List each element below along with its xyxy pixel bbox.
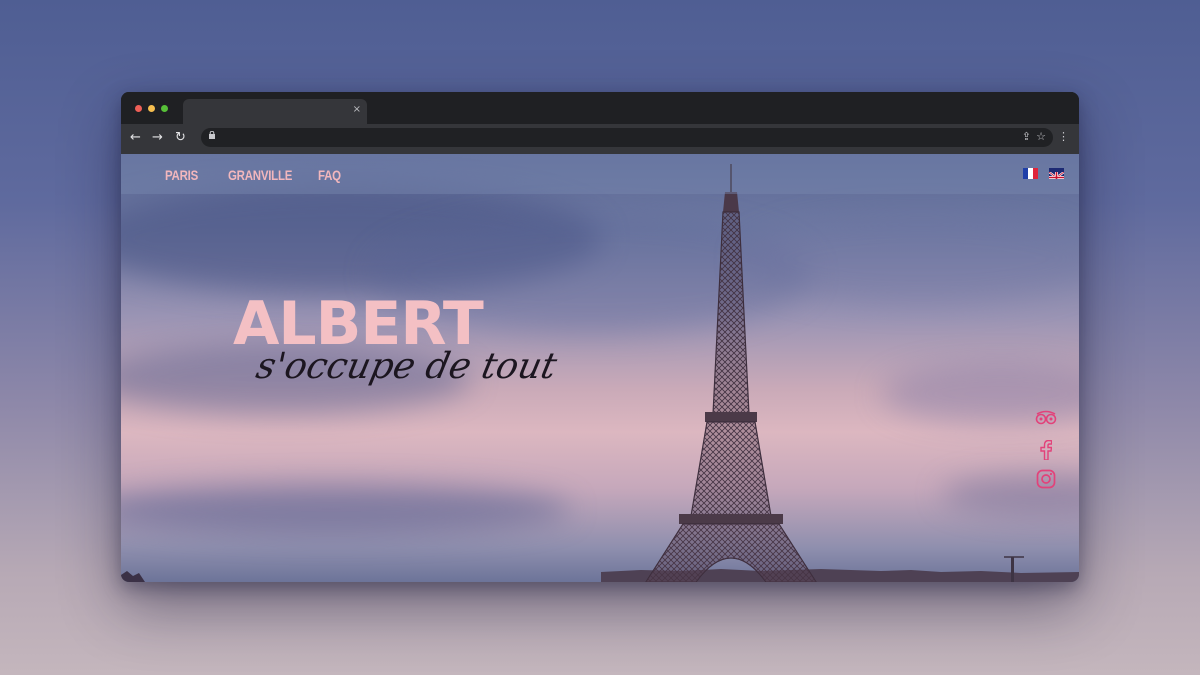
back-button[interactable]: ← bbox=[130, 130, 141, 146]
site-navbar: PARIS GRANVILLE FAQ bbox=[121, 154, 1079, 194]
nav-link-granville[interactable]: GRANVILLE bbox=[228, 167, 292, 183]
cloud-shape bbox=[121, 484, 571, 534]
lock-icon bbox=[209, 130, 215, 141]
facebook-icon[interactable] bbox=[1035, 439, 1057, 462]
close-window-button[interactable] bbox=[135, 105, 142, 112]
tripadvisor-icon[interactable] bbox=[1035, 410, 1057, 432]
browser-toolbar: ← → ↻ ⇪ ☆ ⋮ bbox=[121, 124, 1079, 154]
cloud-shape bbox=[941, 474, 1079, 514]
bookmark-star-icon[interactable]: ☆ bbox=[1036, 130, 1046, 143]
city-skyline bbox=[121, 556, 1079, 582]
address-bar[interactable]: ⇪ ☆ bbox=[201, 128, 1053, 147]
browser-titlebar: × bbox=[121, 92, 1079, 124]
french-flag-icon[interactable] bbox=[1023, 168, 1038, 179]
browser-window: × ← → ↻ ⇪ ☆ ⋮ PARIS GRANVILLE FAQ ALBERT… bbox=[121, 92, 1079, 582]
browser-menu-icon[interactable]: ⋮ bbox=[1058, 130, 1069, 143]
eiffel-tower-image bbox=[645, 164, 817, 582]
instagram-icon[interactable] bbox=[1035, 469, 1057, 491]
nav-link-faq[interactable]: FAQ bbox=[318, 167, 341, 183]
nav-link-paris[interactable]: PARIS bbox=[165, 167, 198, 183]
maximize-window-button[interactable] bbox=[161, 105, 168, 112]
minimize-window-button[interactable] bbox=[148, 105, 155, 112]
tab-close-icon[interactable]: × bbox=[353, 104, 361, 115]
forward-button[interactable]: → bbox=[152, 130, 163, 146]
browser-tab[interactable]: × bbox=[183, 99, 367, 124]
reload-button[interactable]: ↻ bbox=[175, 130, 186, 146]
hero-title: ALBERT bbox=[233, 289, 484, 359]
share-icon[interactable]: ⇪ bbox=[1022, 130, 1031, 143]
webpage: PARIS GRANVILLE FAQ ALBERT s'occupe de t bbox=[121, 154, 1079, 582]
uk-flag-icon[interactable] bbox=[1049, 168, 1064, 179]
hero-subtitle: s'occupe de tout bbox=[252, 346, 561, 387]
